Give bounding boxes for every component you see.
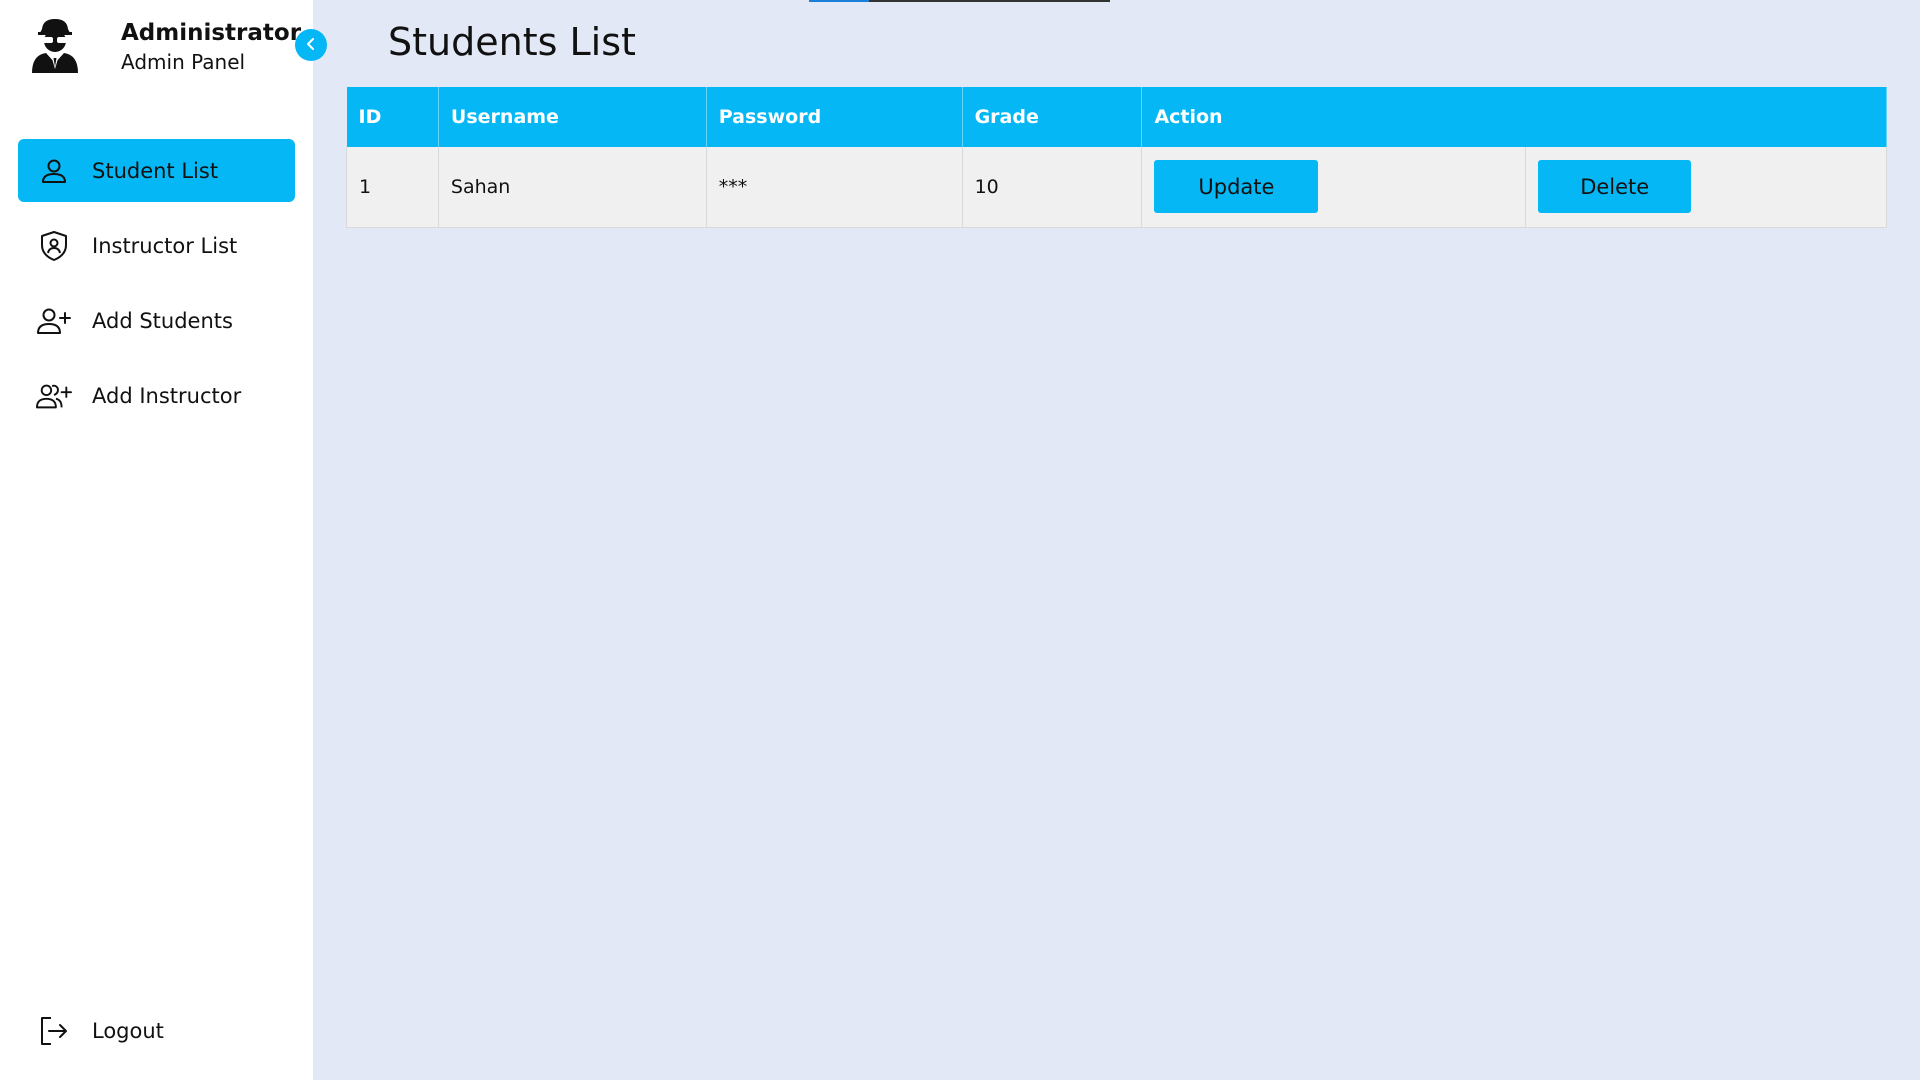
- sidebar-item-label: Student List: [92, 158, 219, 183]
- table-row: 1 Sahan *** 10 Update Delete: [346, 147, 1887, 228]
- sidebar-item-label: Add Instructor: [92, 383, 242, 408]
- column-header-action: Action: [1141, 87, 1887, 147]
- sidebar-item-label: Add Students: [92, 308, 233, 333]
- page-title: Students List: [388, 20, 636, 64]
- sidebar-item-student-list[interactable]: Student List: [18, 139, 295, 202]
- sidebar-item-logout[interactable]: Logout: [18, 999, 295, 1062]
- sidebar-item-instructor-list[interactable]: Instructor List: [18, 214, 295, 277]
- cell-username: Sahan: [438, 147, 707, 228]
- table-header-row: ID Username Password Grade Action: [346, 87, 1887, 147]
- sidebar: Administrator Admin Panel Student List I…: [0, 0, 327, 1080]
- students-table: ID Username Password Grade Action 1 Saha…: [346, 87, 1887, 228]
- loading-bar-fill: [809, 0, 869, 2]
- cell-delete-action: Delete: [1525, 147, 1887, 228]
- sidebar-item-add-students[interactable]: Add Students: [18, 289, 295, 352]
- logout-icon: [36, 1013, 72, 1049]
- sidebar-item-label: Instructor List: [92, 233, 238, 258]
- column-header-grade: Grade: [962, 87, 1143, 147]
- logout-label: Logout: [92, 1018, 164, 1043]
- cell-grade: 10: [962, 147, 1143, 228]
- sidebar-collapse-button[interactable]: [295, 29, 327, 61]
- cell-id: 1: [346, 147, 439, 228]
- profile-header: Administrator Admin Panel: [28, 17, 301, 77]
- update-button[interactable]: Update: [1154, 160, 1319, 214]
- chevron-left-icon: [304, 36, 318, 55]
- users-plus-icon: [36, 378, 72, 414]
- app-root: Administrator Admin Panel Student List I…: [0, 0, 1920, 1080]
- user-plus-icon: [36, 303, 72, 339]
- sidebar-item-add-instructor[interactable]: Add Instructor: [18, 364, 295, 427]
- column-header-username: Username: [438, 87, 707, 147]
- user-secret-icon: [28, 17, 82, 73]
- shield-user-icon: [36, 228, 72, 264]
- delete-button[interactable]: Delete: [1538, 160, 1692, 214]
- profile-role: Administrator: [121, 20, 302, 46]
- loading-bar: [809, 0, 1110, 2]
- cell-password: ***: [706, 147, 963, 228]
- user-icon: [36, 153, 72, 189]
- profile-subtitle: Admin Panel: [121, 50, 246, 74]
- cell-update-action: Update: [1141, 147, 1527, 228]
- column-header-password: Password: [706, 87, 963, 147]
- column-header-id: ID: [346, 87, 439, 147]
